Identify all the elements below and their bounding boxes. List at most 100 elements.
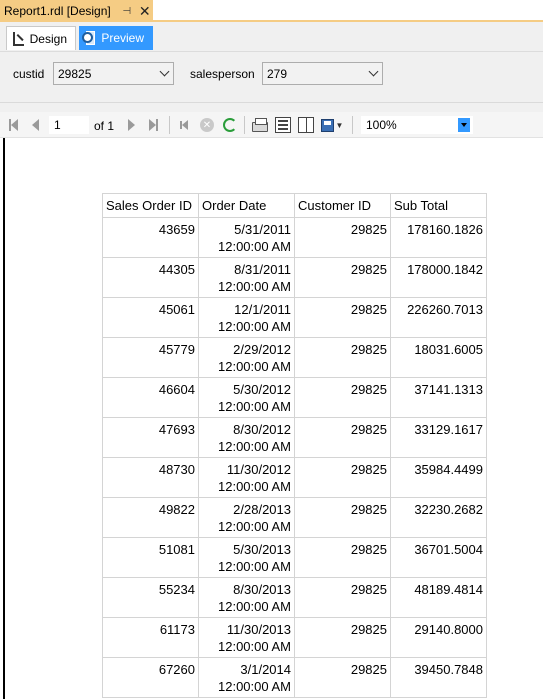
document-tab[interactable]: Report1.rdl [Design] ⊣ ✕ — [0, 0, 153, 22]
customer-id-cell: 29825 — [294, 217, 391, 258]
order-date: 5/30/2013 — [233, 542, 291, 557]
print-icon[interactable] — [251, 116, 269, 134]
report-table-body: 43659 5/31/2011 12:00:00 AM 29825 178160.182… — [102, 217, 487, 698]
customer-id-cell: 29825 — [294, 257, 391, 298]
sales-order-id-cell: 48730 — [102, 457, 199, 498]
customer-id-cell: 29825 — [294, 337, 391, 378]
custid-select[interactable]: 29825 — [53, 62, 174, 85]
sub-total-cell: 39450.7848 — [390, 657, 487, 698]
order-date: 5/30/2012 — [233, 382, 291, 397]
previous-page-icon[interactable] — [28, 116, 42, 134]
customer-id-cell: 29825 — [294, 297, 391, 338]
sales-order-id-cell: 51081 — [102, 537, 199, 578]
table-row: 45061 12/1/2011 12:00:00 AM 29825 226260.701… — [102, 297, 487, 338]
back-icon[interactable] — [177, 116, 191, 134]
first-page-icon[interactable] — [6, 116, 20, 134]
stop-icon[interactable]: ✕ — [199, 116, 215, 134]
order-date: 12/1/2011 — [234, 302, 291, 317]
order-time: 12:00:00 AM — [218, 599, 291, 614]
page-number-input[interactable]: 1 — [49, 116, 89, 134]
order-date-cell: 5/30/2012 12:00:00 AM — [198, 377, 295, 418]
tab-preview[interactable]: Preview — [79, 26, 153, 50]
tab-preview-label: Preview — [101, 31, 144, 45]
report-left-border — [3, 138, 5, 699]
last-page-icon[interactable] — [146, 116, 160, 134]
column-header-order-date: Order Date — [198, 193, 295, 218]
tab-design[interactable]: Design — [6, 26, 76, 50]
column-header-customer-id: Customer ID — [294, 193, 391, 218]
page-count: of 1 — [94, 119, 115, 133]
next-page-icon[interactable] — [125, 116, 137, 134]
order-time: 12:00:00 AM — [218, 399, 291, 414]
order-date: 5/31/2011 — [234, 222, 291, 237]
table-header-row: Sales Order ID Order Date Customer ID Su… — [102, 193, 487, 218]
salesperson-select[interactable]: 279 — [262, 62, 383, 85]
customer-id-cell: 29825 — [294, 417, 391, 458]
sales-order-id-cell: 44305 — [102, 257, 199, 298]
customer-id-cell: 29825 — [294, 577, 391, 618]
chevron-down-icon — [155, 63, 173, 84]
table-row: 51081 5/30/2013 12:00:00 AM 29825 36701.5004 — [102, 537, 487, 578]
sub-total-cell: 36701.5004 — [390, 537, 487, 578]
order-date-cell: 8/30/2013 12:00:00 AM — [198, 577, 295, 618]
print-layout-icon[interactable] — [274, 116, 292, 134]
chevron-down-icon — [364, 63, 382, 84]
table-row: 47693 8/30/2012 12:00:00 AM 29825 33129.1617 — [102, 417, 487, 458]
sub-total-cell: 29140.8000 — [390, 617, 487, 658]
sub-total-cell: 178160.1826 — [390, 217, 487, 258]
parameter-separator — [0, 102, 543, 112]
export-icon[interactable]: ▼ — [319, 116, 345, 134]
table-row: 45779 2/29/2012 12:00:00 AM 29825 18031.6005 — [102, 337, 487, 378]
sales-order-id-cell: 45061 — [102, 297, 199, 338]
preview-icon — [82, 31, 96, 45]
parameter-bar: custid 29825 salesperson 279 — [0, 52, 543, 102]
pin-icon[interactable]: ⊣ — [121, 6, 133, 17]
table-row: 48730 11/30/2012 12:00:00 AM 29825 35984.449… — [102, 457, 487, 498]
order-date-cell: 5/31/2011 12:00:00 AM — [198, 217, 295, 258]
sales-order-id-cell: 55234 — [102, 577, 199, 618]
toolbar-separator — [169, 116, 170, 134]
order-time: 12:00:00 AM — [218, 439, 291, 454]
table-row: 55234 8/30/2013 12:00:00 AM 29825 48189.4814 — [102, 577, 487, 618]
order-time: 12:00:00 AM — [218, 679, 291, 694]
salesperson-value: 279 — [267, 66, 288, 81]
sales-order-id-cell: 67260 — [102, 657, 199, 698]
order-date-cell: 8/30/2012 12:00:00 AM — [198, 417, 295, 458]
sales-order-id-cell: 45779 — [102, 337, 199, 378]
order-date-cell: 2/29/2012 12:00:00 AM — [198, 337, 295, 378]
sub-total-cell: 48189.4814 — [390, 577, 487, 618]
sales-order-id-cell: 43659 — [102, 217, 199, 258]
order-date: 2/29/2012 — [233, 342, 291, 357]
sub-total-cell: 178000.1842 — [390, 257, 487, 298]
salesperson-label: salesperson — [190, 67, 255, 81]
report-toolbar: 1 of 1 ✕ ▼ 100% — [0, 112, 543, 138]
table-row: 61173 11/30/2013 12:00:00 AM 29825 29140.800… — [102, 617, 487, 658]
table-row: 46604 5/30/2012 12:00:00 AM 29825 37141.1313 — [102, 377, 487, 418]
order-date: 11/30/2013 — [226, 622, 291, 637]
sub-total-cell: 33129.1617 — [390, 417, 487, 458]
toolbar-separator — [352, 116, 353, 134]
view-tabs: Design Preview — [0, 22, 543, 52]
sub-total-cell: 226260.7013 — [390, 297, 487, 338]
sales-order-id-cell: 47693 — [102, 417, 199, 458]
column-header-sub-total: Sub Total — [390, 193, 487, 218]
order-date: 8/31/2011 — [234, 262, 291, 277]
zoom-select[interactable]: 100% — [361, 116, 473, 134]
page-setup-icon[interactable] — [297, 116, 315, 134]
order-date: 2/28/2013 — [233, 502, 291, 517]
custid-label: custid — [13, 67, 45, 81]
close-icon[interactable]: ✕ — [139, 4, 151, 18]
tab-design-label: Design — [29, 31, 67, 46]
customer-id-cell: 29825 — [294, 377, 391, 418]
order-date-cell: 3/1/2014 12:00:00 AM — [198, 657, 295, 698]
sub-total-cell: 37141.1313 — [390, 377, 487, 418]
customer-id-cell: 29825 — [294, 657, 391, 698]
order-date: 3/1/2014 — [240, 662, 291, 677]
refresh-icon[interactable] — [222, 116, 238, 134]
order-date-cell: 8/31/2011 12:00:00 AM — [198, 257, 295, 298]
table-row: 49822 2/28/2013 12:00:00 AM 29825 32230.2682 — [102, 497, 487, 538]
order-time: 12:00:00 AM — [218, 639, 291, 654]
custid-value: 29825 — [58, 66, 92, 81]
chevron-down-icon — [458, 118, 470, 132]
order-time: 12:00:00 AM — [218, 479, 291, 494]
